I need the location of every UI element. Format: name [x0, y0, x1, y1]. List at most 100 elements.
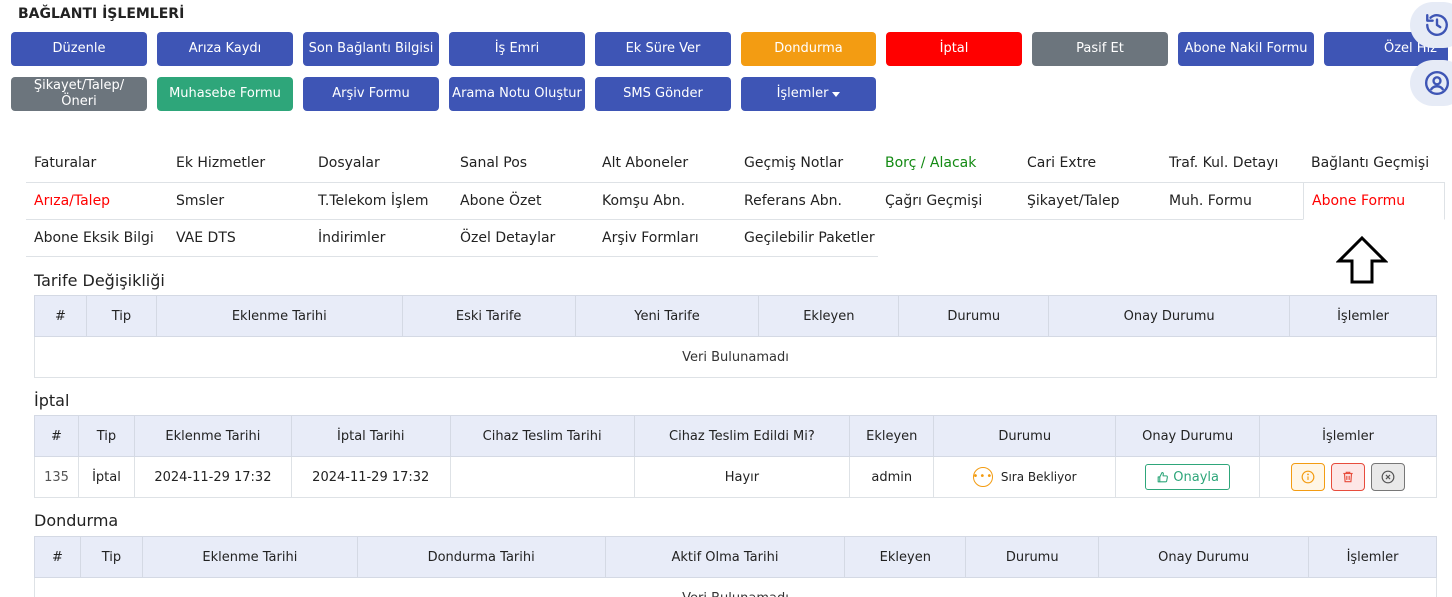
column-header: Eklenme Tarihi [155, 295, 403, 337]
tab-traffic-usage-detail[interactable]: Traf. Kul. Detayı [1161, 144, 1278, 181]
tab-subscriber-form[interactable]: Abone Formu [1303, 182, 1445, 220]
info-button[interactable] [1290, 463, 1325, 491]
column-header: Tip [79, 536, 143, 578]
column-header: Durumu [898, 295, 1050, 337]
tab-additional-services[interactable]: Ek Hizmetler [168, 144, 265, 181]
column-header: Durumu [965, 536, 1100, 578]
tab-accounting-form[interactable]: Muh. Formu [1161, 182, 1252, 219]
row-id: 135 [34, 456, 79, 498]
page-header-title: BAĞLANTI İŞLEMLERİ [18, 6, 185, 22]
column-header: Cihaz Teslim Tarihi [449, 415, 635, 457]
row-device-delivered: Hayır [633, 456, 851, 498]
user-profile-button[interactable] [1410, 60, 1452, 106]
up-arrow-annotation-icon [1336, 235, 1388, 284]
reject-button[interactable] [1371, 463, 1406, 491]
tariff-change-title: Tarife Değişikliği [34, 271, 165, 290]
cancellation-title: İptal [34, 391, 70, 410]
column-header: Ekleyen [849, 415, 935, 457]
tab-discounts[interactable]: İndirimler [310, 219, 385, 256]
cancellation-table: # Tip Eklenme Tarihi İptal Tarihi Cihaz … [34, 415, 1437, 498]
column-header: İşlemler [1259, 415, 1437, 457]
tab-past-notes[interactable]: Geçmiş Notlar [736, 144, 843, 181]
cancel-subscription-button[interactable]: İptal [886, 32, 1022, 66]
column-header: Onay Durumu [1048, 295, 1291, 337]
table-row: 135 İptal 2024-11-29 17:32 2024-11-29 17… [34, 456, 1437, 498]
column-header: Cihaz Teslim Edildi Mi? [633, 415, 851, 457]
tab-virtual-pos[interactable]: Sanal Pos [452, 144, 527, 181]
tab-account-statement[interactable]: Cari Extre [1019, 144, 1096, 181]
extend-time-button[interactable]: Ek Süre Ver [595, 32, 731, 66]
column-header: Tip [77, 415, 135, 457]
status-text: Sıra Bekliyor [1000, 470, 1077, 484]
create-call-note-button[interactable]: Arama Notu Oluştur [449, 77, 585, 111]
row-type: İptal [77, 456, 135, 498]
column-header: # [34, 295, 87, 337]
tab-custom-details[interactable]: Özel Detaylar [452, 219, 555, 256]
column-header: Aktif Olma Tarihi [604, 536, 846, 578]
tab-reference-subscriber[interactable]: Referans Abn. [736, 182, 842, 219]
freeze-title: Dondurma [34, 511, 119, 530]
column-header: Onay Durumu [1115, 415, 1261, 457]
column-header: Tip [85, 295, 157, 337]
tab-complaint-request[interactable]: Şikayet/Talep [1019, 182, 1120, 219]
actions-dropdown-button[interactable]: İşlemler [741, 77, 876, 111]
row-added-by: admin [849, 456, 935, 498]
more-horizontal-icon: ••• [973, 467, 993, 487]
column-header: İşlemler [1308, 536, 1437, 578]
column-header: # [34, 536, 81, 578]
empty-state-text: Veri Bulunamadı [34, 577, 1437, 597]
freeze-table: # Tip Eklenme Tarihi Dondurma Tarihi Akt… [34, 536, 1437, 597]
freeze-button[interactable]: Dondurma [741, 32, 876, 66]
tab-debt-credit[interactable]: Borç / Alacak [877, 144, 976, 181]
fault-record-button[interactable]: Arıza Kaydı [157, 32, 293, 66]
tab-subscriber-summary[interactable]: Abone Özet [452, 182, 541, 219]
tab-vae-dts[interactable]: VAE DTS [168, 219, 236, 256]
tab-telekom-operation[interactable]: T.Telekom İşlem [310, 182, 428, 219]
approve-button[interactable]: Onayla [1145, 464, 1230, 490]
column-header: # [34, 415, 79, 457]
tab-sms[interactable]: Smsler [168, 182, 224, 219]
deactivate-button[interactable]: Pasif Et [1032, 32, 1168, 66]
tab-invoices[interactable]: Faturalar [26, 144, 96, 181]
approve-label: Onayla [1173, 469, 1219, 485]
history-button[interactable] [1410, 2, 1452, 48]
tab-files[interactable]: Dosyalar [310, 144, 380, 181]
row-cancel-date: 2024-11-29 17:32 [290, 456, 451, 498]
row-status: ••• Sıra Bekliyor [933, 456, 1117, 498]
trash-icon [1343, 471, 1353, 483]
tab-archive-forms[interactable]: Arşiv Formları [594, 219, 699, 256]
status-badge: ••• Sıra Bekliyor [973, 467, 1077, 487]
tab-available-packages[interactable]: Geçilebilir Paketler [736, 219, 875, 256]
tab-fault-request[interactable]: Arıza/Talep [26, 182, 110, 219]
edit-button[interactable]: Düzenle [11, 32, 147, 66]
caret-down-icon [832, 91, 841, 97]
archive-form-button[interactable]: Arşiv Formu [303, 77, 439, 111]
row-added-date: 2024-11-29 17:32 [133, 456, 292, 498]
column-header: İptal Tarihi [290, 415, 451, 457]
column-header: İşlemler [1289, 295, 1437, 337]
tab-missing-info[interactable]: Abone Eksik Bilgi [26, 219, 154, 256]
info-icon [1301, 470, 1315, 484]
user-circle-icon [1424, 70, 1450, 96]
close-circle-icon [1381, 470, 1395, 484]
tariff-change-table: # Tip Eklenme Tarihi Eski Tarife Yeni Ta… [34, 295, 1437, 378]
column-header: Eski Tarife [401, 295, 576, 337]
column-header: Ekleyen [758, 295, 900, 337]
tab-divider [26, 256, 878, 257]
column-header: Dondurma Tarihi [356, 536, 606, 578]
last-connection-info-button[interactable]: Son Bağlantı Bilgisi [303, 32, 439, 66]
delete-button[interactable] [1331, 463, 1366, 491]
work-order-button[interactable]: İş Emri [449, 32, 585, 66]
complaint-request-button[interactable]: Şikayet/Talep/ Öneri [11, 77, 147, 111]
accounting-form-button[interactable]: Muhasebe Formu [157, 77, 293, 111]
row-device-delivery-date [449, 456, 635, 498]
subscriber-transfer-form-button[interactable]: Abone Nakil Formu [1178, 32, 1314, 66]
tab-connection-history[interactable]: Bağlantı Geçmişi [1303, 144, 1429, 181]
column-header: Onay Durumu [1098, 536, 1310, 578]
tab-call-history[interactable]: Çağrı Geçmişi [877, 182, 982, 219]
row-actions [1259, 456, 1437, 498]
tab-sub-subscribers[interactable]: Alt Aboneler [594, 144, 688, 181]
column-header: Ekleyen [844, 536, 967, 578]
send-sms-button[interactable]: SMS Gönder [595, 77, 731, 111]
tab-neighbor-subscriber[interactable]: Komşu Abn. [594, 182, 685, 219]
